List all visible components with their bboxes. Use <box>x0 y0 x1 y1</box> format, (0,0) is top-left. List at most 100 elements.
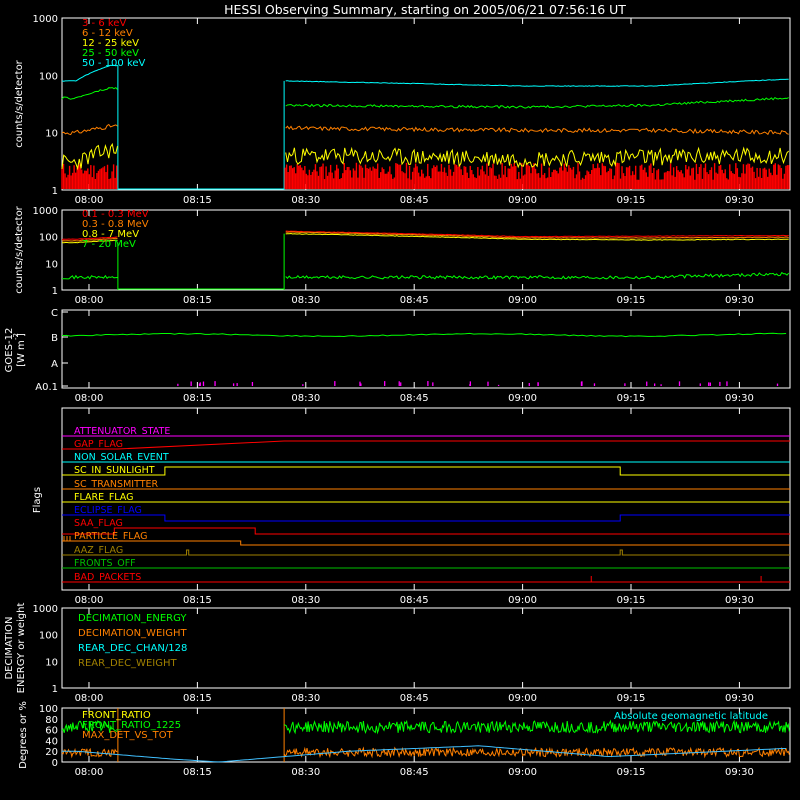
y-tick-label: B <box>51 333 58 344</box>
y-axis-label: counts/s/detector <box>14 205 25 293</box>
flag-label: AAZ_FLAG <box>74 545 123 556</box>
x-tick-label: 09:15 <box>617 767 646 778</box>
series-6-12kev-line <box>61 123 789 136</box>
x-tick-label: 08:30 <box>291 295 320 306</box>
panel-goes-frame <box>61 309 791 389</box>
y-tick-label: A <box>51 359 58 370</box>
x-tick-label: 09:30 <box>725 195 754 206</box>
flag-line <box>62 440 790 450</box>
x-tick-label: 08:45 <box>400 195 429 206</box>
x-tick-label: 09:00 <box>508 693 537 704</box>
x-tick-label: 08:15 <box>183 393 212 404</box>
x-tick-label: 09:30 <box>725 595 754 606</box>
x-tick-label: 09:00 <box>508 393 537 404</box>
y-tick-label: 100 <box>39 233 58 244</box>
y-tick-label: 40 <box>45 736 58 747</box>
y-axis-label: ENERGY or weight <box>16 603 27 694</box>
y-tick-label: 1000 <box>33 604 58 615</box>
annotation-label: Absolute geomagnetic latitude <box>614 711 768 722</box>
y-axis-label: Flags <box>32 487 43 513</box>
y-axis-label: -2 <box>12 333 20 340</box>
x-tick-label: 08:15 <box>183 767 212 778</box>
x-tick-label: 09:00 <box>508 767 537 778</box>
legend-entry: DECIMATION_WEIGHT <box>78 628 187 639</box>
y-tick-label: 20 <box>45 747 58 758</box>
max-det-vs-tot-line <box>61 746 790 759</box>
flag-label: FRONTS_OFF <box>74 558 136 569</box>
x-tick-label: 08:30 <box>291 767 320 778</box>
x-tick-label: 08:15 <box>183 295 212 306</box>
series-50-100kev-line <box>61 64 789 87</box>
y-tick-label: 0 <box>52 758 58 769</box>
flag-label: NON_SOLAR_EVENT <box>74 452 169 463</box>
x-tick-label: 08:00 <box>75 767 104 778</box>
goes-flux-line <box>61 332 787 338</box>
y-axis-label: DECIMATION <box>4 616 15 679</box>
x-tick-label: 09:15 <box>617 595 646 606</box>
x-tick-label: 08:00 <box>75 693 104 704</box>
flag-line <box>62 549 790 556</box>
y-tick-label: 60 <box>45 726 58 737</box>
flag-label: SC_IN_SUNLIGHT <box>74 465 155 476</box>
legend-entry: REAR_DEC_WEIGHT <box>78 658 177 669</box>
y-tick-label: 10 <box>45 657 58 668</box>
flag-line <box>62 540 790 546</box>
x-tick-label: 08:30 <box>291 393 320 404</box>
legend-entry: DECIMATION_ENERGY <box>78 613 187 624</box>
y-tick-label: C <box>51 308 58 319</box>
x-tick-label: 08:00 <box>75 595 104 606</box>
y-tick-label: 100 <box>39 631 58 642</box>
y-axis-label: counts/s/detector <box>14 59 25 147</box>
y-tick-label: 10 <box>45 129 58 140</box>
x-tick-label: 09:15 <box>617 393 646 404</box>
y-axis-label: Degrees or % <box>18 701 29 769</box>
legend-entry: 7 - 20 MeV <box>82 239 136 250</box>
flag-label: ECLIPSE_FLAG <box>74 505 142 516</box>
series-7-20mev-line <box>62 271 790 280</box>
y-tick-label: 1000 <box>33 14 58 25</box>
x-tick-label: 08:45 <box>400 393 429 404</box>
x-tick-label: 08:45 <box>400 767 429 778</box>
y-tick-label: 80 <box>45 715 58 726</box>
x-tick-label: 09:30 <box>725 693 754 704</box>
flag-label: FLARE_FLAG <box>74 492 134 503</box>
y-tick-label: 100 <box>39 704 58 715</box>
panels: 08:00 08:15 08:30 08:45 09:00 09:15 09:3011010… <box>4 14 791 778</box>
hessi-summary-figure: HESSI Observing Summary, starting on 200… <box>4 2 791 778</box>
legend-entry: 50 - 100 keV <box>82 58 146 69</box>
y-tick-label: 1 <box>52 286 58 297</box>
x-tick-label: 08:00 <box>75 393 104 404</box>
flag-line <box>62 466 790 476</box>
x-tick-label: 08:15 <box>183 595 212 606</box>
x-tick-label: 09:30 <box>725 767 754 778</box>
legend-entry: REAR_DEC_CHAN/128 <box>78 643 187 654</box>
y-tick-label: A0.1 <box>35 382 58 393</box>
y-tick-label: 1 <box>52 684 58 695</box>
series-25-50kev-line <box>61 86 789 109</box>
panel-gamma-frame <box>61 209 791 291</box>
x-tick-label: 08:45 <box>400 693 429 704</box>
x-tick-label: 09:15 <box>617 693 646 704</box>
flag-label: ATTENUATOR_STATE <box>74 426 170 437</box>
geomagnetic-latitude-line <box>62 745 787 763</box>
x-tick-label: 08:30 <box>291 595 320 606</box>
x-tick-label: 09:30 <box>725 393 754 404</box>
x-tick-label: 09:00 <box>508 295 537 306</box>
x-tick-label: 08:30 <box>291 195 320 206</box>
panel-flags-frame <box>61 407 791 591</box>
legend-entry: MAX_DET_VS_TOT <box>82 730 174 741</box>
y-tick-label: 10 <box>45 259 58 270</box>
flag-label: GAP_FLAG <box>74 439 123 450</box>
y-tick-label: 1 <box>52 186 58 197</box>
x-tick-label: 09:15 <box>617 195 646 206</box>
x-tick-label: 08:15 <box>183 195 212 206</box>
x-tick-label: 08:00 <box>75 195 104 206</box>
x-tick-label: 08:00 <box>75 295 104 306</box>
x-tick-label: 09:00 <box>508 595 537 606</box>
x-tick-label: 09:00 <box>508 195 537 206</box>
x-tick-label: 08:15 <box>183 693 212 704</box>
y-tick-label: 1000 <box>33 206 58 217</box>
flag-label: BAD_PACKETS <box>74 572 141 583</box>
x-tick-label: 08:45 <box>400 595 429 606</box>
flag-line <box>62 527 790 535</box>
